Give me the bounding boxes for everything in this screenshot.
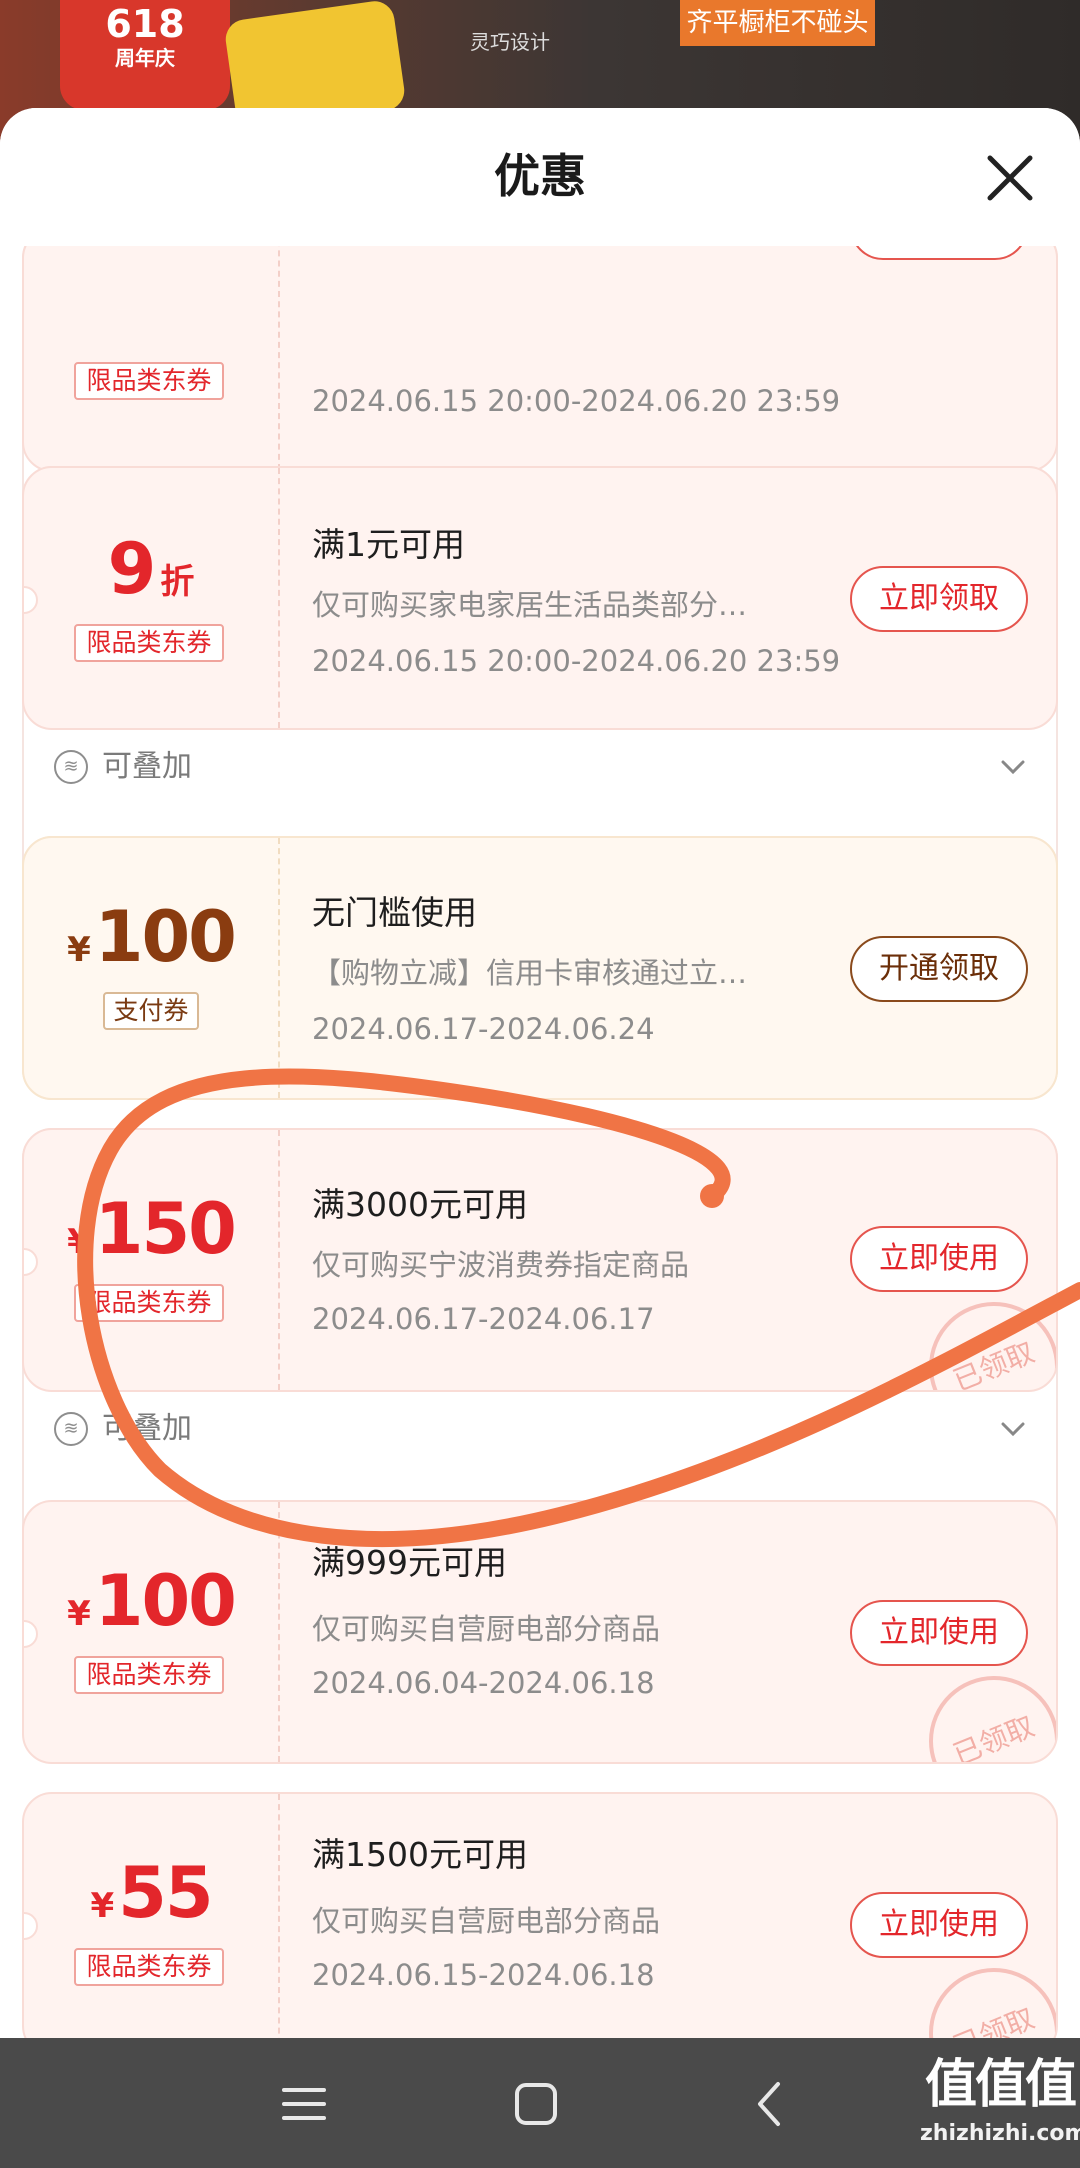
use-coupon-button[interactable]: 立即使用	[850, 1892, 1028, 1958]
coupon-list[interactable]: 限品类东券 2024.06.15 20:00-2024.06.20 23:59 …	[0, 108, 1080, 2038]
coupon-validity-date: 2024.06.15 20:00-2024.06.20 23:59	[312, 384, 841, 418]
watermark-site: zhizhizhi.com	[920, 2121, 1080, 2146]
home-square-icon[interactable]	[508, 2076, 564, 2132]
coupon-amount: ¥150	[24, 1188, 278, 1270]
claimed-stamp: 已领取	[909, 1282, 1056, 1390]
coupon-sheet: 限品类东券 2024.06.15 20:00-2024.06.20 23:59 …	[0, 108, 1080, 2038]
coupon-value-panel: ¥100 限品类东券	[24, 1502, 280, 1762]
sheet-title: 优惠	[494, 149, 586, 203]
coupon-body: 9折 限品类东券 满1元可用 仅可购买家电家居生活品类部分… 2024.06.1…	[22, 466, 1058, 730]
stackable-label: 可叠加	[102, 1411, 192, 1446]
coupon-condition: 满3000元可用	[312, 1185, 528, 1224]
coupon-body: ¥55 限品类东券 满1500元可用 仅可购买自营厨电部分商品 2024.06.…	[22, 1792, 1058, 2038]
coupon-currency: ¥	[67, 930, 91, 970]
coupon-amount-number: 100	[94, 1560, 237, 1642]
coupon-currency: ¥	[90, 1886, 115, 1926]
coupon-body: 限品类东券 2024.06.15 20:00-2024.06.20 23:59	[22, 228, 1058, 472]
coupon-validity-date: 2024.06.17-2024.06.24	[312, 1012, 655, 1046]
brand-text: 灵巧设计	[470, 30, 550, 54]
coupon-value-panel: ¥150 限品类东券	[24, 1130, 280, 1390]
use-coupon-button[interactable]: 立即使用	[850, 1226, 1028, 1292]
coupon-validity-date: 2024.06.17-2024.06.17	[312, 1302, 655, 1336]
stackable-row[interactable]: ≋ 可叠加	[24, 730, 1056, 806]
back-chevron-icon[interactable]	[742, 2076, 798, 2132]
coupon-type-tag: 限品类东券	[74, 1284, 224, 1322]
coupon-amount: ¥55	[24, 1852, 278, 1934]
coupon-card: ¥55 限品类东券 满1500元可用 仅可购买自营厨电部分商品 2024.06.…	[22, 1792, 1058, 2038]
coupon-condition: 无门槛使用	[312, 893, 477, 932]
activate-claim-button[interactable]: 开通领取	[850, 936, 1028, 1002]
coupon-type-tag: 支付券	[103, 992, 199, 1030]
coupon-value-panel: ¥100 支付券	[24, 838, 280, 1098]
coupon-value-panel: 限品类东券	[24, 230, 280, 470]
coupon-amount-unit: 折	[160, 562, 195, 602]
anniversary-badge: 618 周年庆	[60, 0, 230, 110]
coupon-validity-date: 2024.06.15 20:00-2024.06.20 23:59	[312, 644, 841, 678]
coupon-value-panel: 9折 限品类东券	[24, 468, 280, 728]
close-icon[interactable]	[978, 146, 1042, 210]
coupon-amount: 9折	[24, 528, 278, 610]
claimed-stamp: 已领取	[909, 1656, 1056, 1762]
coupon-amount-number: 150	[94, 1188, 237, 1270]
coupon-description: 【购物立减】信用卡审核通过立…	[312, 956, 748, 990]
coupon-condition: 满1500元可用	[312, 1835, 528, 1874]
use-coupon-button[interactable]: 立即使用	[850, 1600, 1028, 1666]
coupon-currency: ¥	[67, 1222, 91, 1262]
claim-coupon-button[interactable]: 立即领取	[850, 566, 1028, 632]
coupon-body: ¥100 限品类东券 满999元可用 仅可购买自营厨电部分商品 2024.06.…	[22, 1500, 1058, 1764]
coupon-value-panel: ¥55 限品类东券	[24, 1794, 280, 2038]
coupon-validity-date: 2024.06.15-2024.06.18	[312, 1958, 655, 1992]
sheet-header: 优惠	[0, 108, 1080, 246]
menu-lines-icon[interactable]	[276, 2076, 332, 2132]
coupon-currency: ¥	[67, 1594, 91, 1634]
chevron-down-icon[interactable]	[1000, 1416, 1026, 1442]
coupon-condition: 满1元可用	[312, 525, 465, 564]
site-watermark: 值值值 zhizhizhi.com	[920, 2050, 1080, 2168]
coupon-condition: 满999元可用	[312, 1543, 507, 1582]
coupon-card: ¥100 支付券 无门槛使用 【购物立减】信用卡审核通过立… 2024.06.1…	[22, 836, 1058, 1100]
coupon-amount: ¥100	[24, 1560, 278, 1642]
badge-number: 618	[105, 2, 185, 46]
coupon-amount-number: 55	[118, 1852, 213, 1934]
coupon-amount-number: 9	[107, 528, 157, 610]
coupon-type-tag: 限品类东券	[74, 1948, 224, 1986]
badge-text: 周年庆	[115, 46, 175, 70]
coupon-amount-number: 100	[94, 896, 237, 978]
coupon-card: ¥100 限品类东券 满999元可用 仅可购买自营厨电部分商品 2024.06.…	[22, 1500, 1058, 1764]
coupon-description: 仅可购买自营厨电部分商品	[312, 1612, 661, 1646]
coupon-body: ¥150 限品类东券 满3000元可用 仅可购买宁波消费券指定商品 2024.0…	[22, 1128, 1058, 1392]
claimed-stamp: 已领取	[909, 1948, 1056, 2038]
coupon-description: 仅可购买家电家居生活品类部分…	[312, 588, 748, 622]
coupon-type-tag: 限品类东券	[74, 624, 224, 662]
stackable-label: 可叠加	[102, 749, 192, 784]
system-navigation-bar	[0, 2038, 1080, 2168]
coupon-validity-date: 2024.06.04-2024.06.18	[312, 1666, 655, 1700]
coupon-body: ¥100 支付券 无门槛使用 【购物立减】信用卡审核通过立… 2024.06.1…	[22, 836, 1058, 1100]
coupon-type-tag: 限品类东券	[74, 362, 224, 400]
slogan-banner: 齐平橱柜不碰头	[680, 0, 875, 46]
coupon-description: 仅可购买自营厨电部分商品	[312, 1904, 661, 1938]
chevron-down-icon[interactable]	[1000, 754, 1026, 780]
watermark-logo-text: 值值值	[924, 2055, 1077, 2115]
stack-icon: ≋	[54, 750, 88, 784]
stack-icon: ≋	[54, 1412, 88, 1446]
stackable-row[interactable]: ≋ 可叠加	[24, 1392, 1056, 1468]
coupon-type-tag: 限品类东券	[74, 1656, 224, 1694]
coupon-amount: ¥100	[24, 896, 278, 978]
coupon-description: 仅可购买宁波消费券指定商品	[312, 1248, 690, 1282]
